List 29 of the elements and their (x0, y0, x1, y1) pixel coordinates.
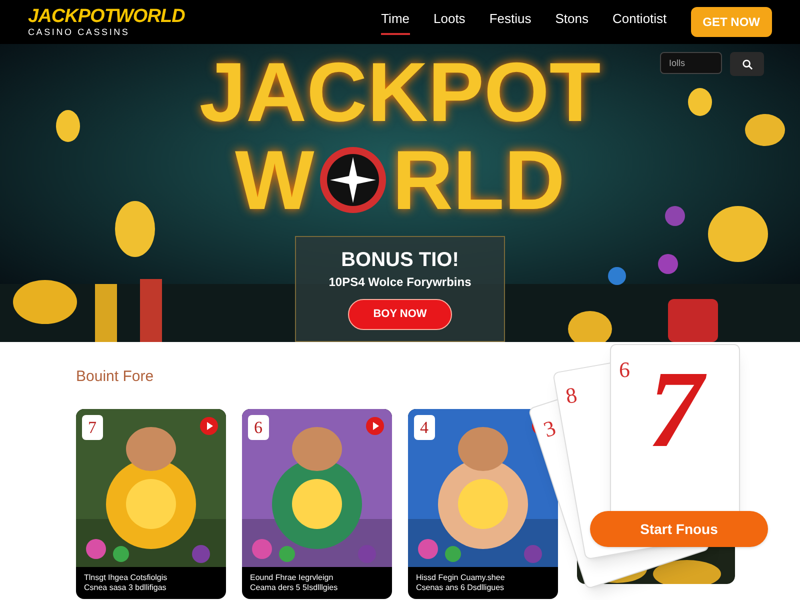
game-card[interactable]: Eound Fhrae Iegrvleign Ceama ders 5 5Isdlllgies 6 (242, 408, 392, 598)
hero-title: RLD (392, 136, 565, 224)
card-caption: Ceama ders 5 5Isdlllgies (250, 582, 339, 592)
card-caption: Hissd Fegin Cuamy.shee (416, 572, 506, 582)
bonus-title: BONUS TIO! (341, 248, 459, 274)
rank-tag: 4 (414, 414, 434, 440)
game-card[interactable]: Tlnsgt Ihgea Cotsfiolgis Csnea sasa 3 bdllifigas 7 (76, 408, 226, 598)
card-caption: Tlnsgt Ihgea Cotsfiolgis (84, 572, 168, 582)
nav-link[interactable]: Stons (555, 9, 588, 35)
hero-title: JACKPOT (199, 48, 601, 136)
nav-link[interactable]: Loots (434, 9, 466, 35)
logo-tagline: CASINO CASSINS (28, 28, 131, 37)
card-caption: Csnea sasa 3 bdllifigas (84, 582, 168, 592)
bonus-subtitle: 10PS4 Wolce Forywrbins (328, 274, 472, 292)
search-field[interactable]: Iolls (660, 52, 722, 74)
card-caption: Eound Fhrae Iegrvleign (250, 572, 334, 582)
card-rank: 3 (540, 414, 559, 442)
card-rank: 6 (619, 357, 630, 382)
nav-link[interactable]: Time (381, 9, 410, 35)
hero-title: W (235, 136, 314, 224)
rank-tag: 6 (248, 414, 268, 440)
nav-link[interactable]: Festius (489, 9, 532, 35)
logo[interactable]: JACKPOTWORLD (28, 7, 185, 26)
rank-tag: 7 (82, 414, 102, 440)
section-title: Bouint Fore (76, 367, 154, 387)
card-caption: Csenas ans 6 Dsdlligues (416, 582, 506, 592)
card-rank: 8 (564, 382, 579, 409)
buy-now-button[interactable]: BOY NOW (348, 299, 452, 330)
nav-link[interactable]: Contiotist (612, 9, 667, 35)
